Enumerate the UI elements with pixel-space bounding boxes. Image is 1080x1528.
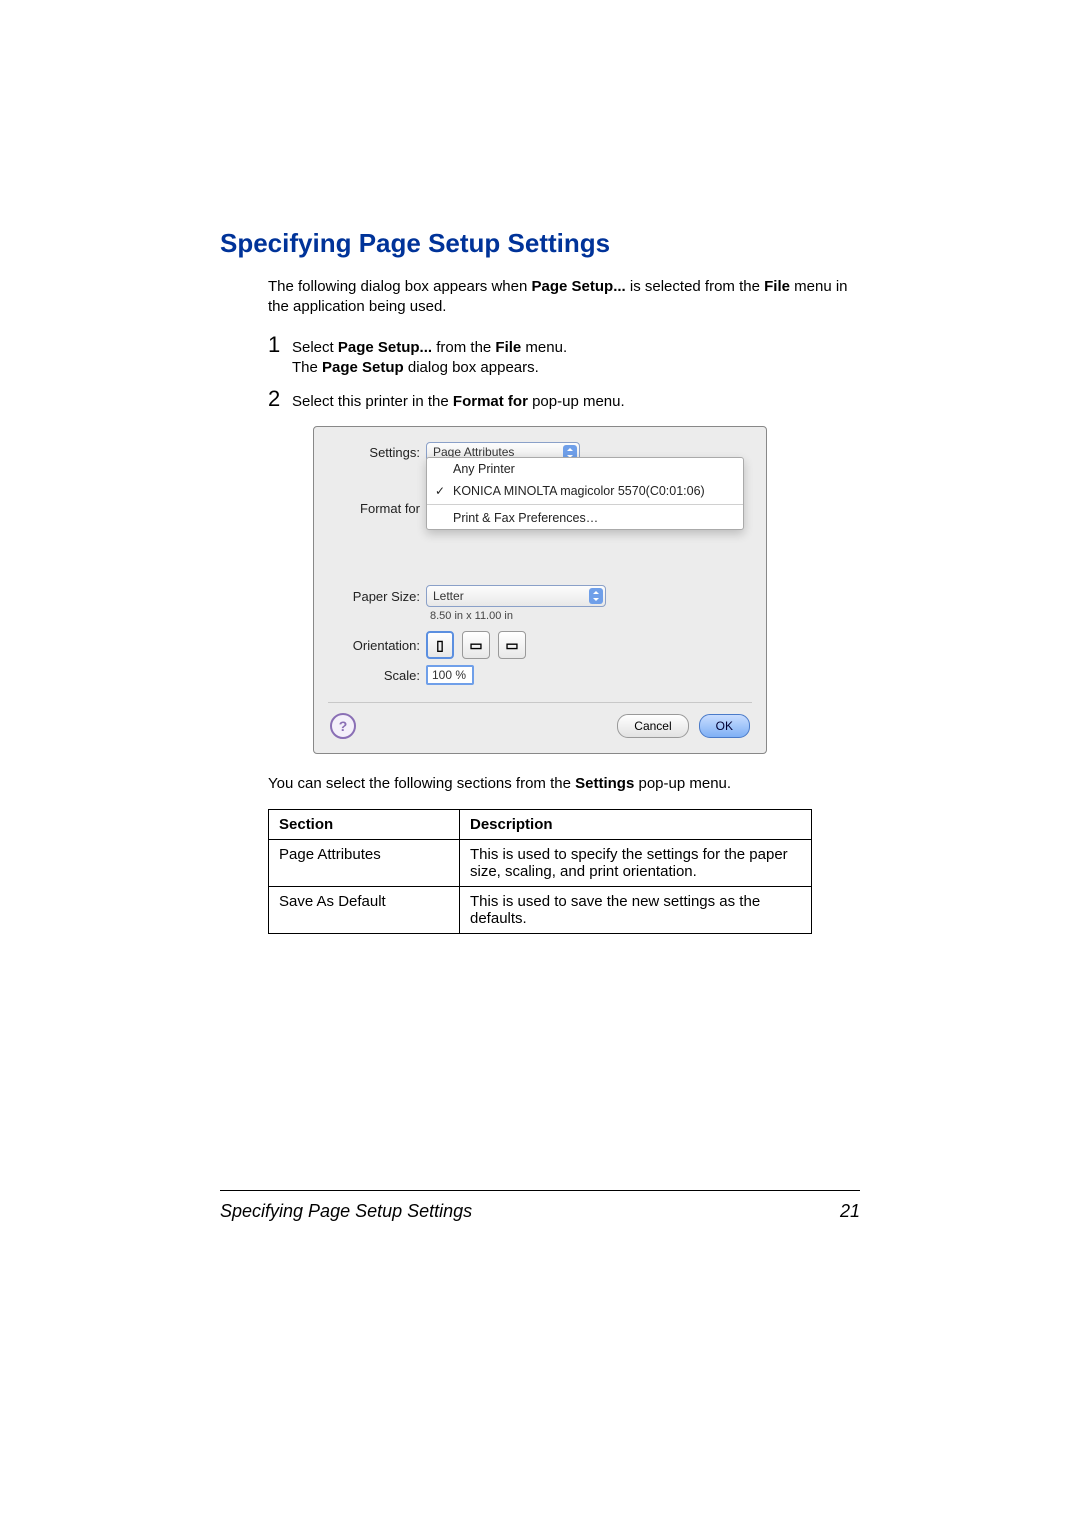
intro-bold: Page Setup... xyxy=(532,278,626,295)
scale-label: Scale: xyxy=(328,668,426,683)
paper-dimensions: 8.50 in x 11.00 in xyxy=(424,610,766,628)
intro-paragraph: The following dialog box appears when Pa… xyxy=(268,277,860,318)
format-for-label: Format for xyxy=(328,467,426,516)
step-text: Select Page Setup... from the File menu.… xyxy=(292,334,567,379)
step-1: 1 Select Page Setup... from the File men… xyxy=(268,334,860,379)
table-header-section: Section xyxy=(269,809,460,839)
table-row: Page Attributes This is used to specify … xyxy=(269,839,812,886)
page-footer: Specifying Page Setup Settings 21 xyxy=(220,1190,860,1222)
step-fragment: from the xyxy=(432,339,495,356)
step-bold: File xyxy=(495,339,521,356)
landscape-icon: ▭ xyxy=(469,637,482,654)
step-fragment: dialog box appears. xyxy=(404,359,539,376)
check-icon: ✓ xyxy=(435,484,445,498)
step-fragment: menu. xyxy=(521,339,567,356)
text-fragment: You can select the following sections fr… xyxy=(268,775,575,792)
paper-size-label: Paper Size: xyxy=(328,589,426,604)
footer-title: Specifying Page Setup Settings xyxy=(220,1201,472,1222)
settings-label: Settings: xyxy=(328,445,426,460)
step-fragment: The xyxy=(292,359,322,376)
intro-bold: File xyxy=(764,278,790,295)
menu-item-label: Print & Fax Preferences… xyxy=(453,511,598,525)
step-bold: Format for xyxy=(453,393,528,410)
scale-row: Scale: xyxy=(314,662,766,688)
scale-input[interactable] xyxy=(426,665,474,685)
cell-description: This is used to specify the settings for… xyxy=(460,839,812,886)
cell-description: This is used to save the new settings as… xyxy=(460,886,812,933)
table-header-description: Description xyxy=(460,809,812,839)
format-for-menu-item[interactable]: Any Printer xyxy=(427,458,743,480)
paper-size-row: Paper Size: Letter xyxy=(314,582,766,610)
text-bold: Settings xyxy=(575,775,634,792)
orientation-landscape-left[interactable]: ▭ xyxy=(462,631,490,659)
format-for-menu[interactable]: Any Printer ✓ KONICA MINOLTA magicolor 5… xyxy=(426,457,744,530)
step-fragment: pop-up menu. xyxy=(528,393,625,410)
orientation-row: Orientation: ▯ ▭ ▭ xyxy=(314,628,766,662)
page-content: Specifying Page Setup Settings The follo… xyxy=(220,228,860,934)
post-dialog-text: You can select the following sections fr… xyxy=(268,774,860,794)
step-bold: Page Setup xyxy=(322,359,404,376)
portrait-icon: ▯ xyxy=(436,637,444,654)
text-fragment: pop-up menu. xyxy=(634,775,731,792)
step-bold: Page Setup... xyxy=(338,339,432,356)
intro-text: The following dialog box appears when xyxy=(268,278,532,295)
table-header-row: Section Description xyxy=(269,809,812,839)
ok-button[interactable]: OK xyxy=(699,714,750,738)
orientation-landscape-right[interactable]: ▭ xyxy=(498,631,526,659)
orientation-portrait[interactable]: ▯ xyxy=(426,631,454,659)
step-number: 1 xyxy=(268,334,292,356)
format-for-menu-item[interactable]: ✓ KONICA MINOLTA magicolor 5570(C0:01:06… xyxy=(427,480,743,502)
step-fragment: Select xyxy=(292,339,338,356)
help-button[interactable]: ? xyxy=(330,713,356,739)
orientation-label: Orientation: xyxy=(328,638,426,653)
paper-size-popup[interactable]: Letter xyxy=(426,585,606,607)
landscape-flip-icon: ▭ xyxy=(505,637,518,654)
sections-table: Section Description Page Attributes This… xyxy=(268,809,812,934)
table-row: Save As Default This is used to save the… xyxy=(269,886,812,933)
format-for-menu-item[interactable]: Print & Fax Preferences… xyxy=(427,504,743,529)
popup-arrows-icon xyxy=(589,588,603,604)
footer-page-number: 21 xyxy=(840,1201,860,1222)
page-title: Specifying Page Setup Settings xyxy=(220,228,860,259)
intro-text: is selected from the xyxy=(626,278,764,295)
step-number: 2 xyxy=(268,388,292,410)
cell-section: Save As Default xyxy=(269,886,460,933)
step-fragment: Select this printer in the xyxy=(292,393,453,410)
page-setup-dialog: Settings: Page Attributes Format for Any… xyxy=(313,426,767,754)
step-text: Select this printer in the Format for po… xyxy=(292,388,625,412)
cancel-button[interactable]: Cancel xyxy=(617,714,688,738)
cell-section: Page Attributes xyxy=(269,839,460,886)
format-for-row: Format for Any Printer ✓ KONICA MINOLTA … xyxy=(314,467,766,582)
dialog-separator xyxy=(328,702,752,703)
dialog-footer: ? Cancel OK xyxy=(314,713,766,743)
step-2: 2 Select this printer in the Format for … xyxy=(268,388,860,412)
paper-size-value: Letter xyxy=(433,589,464,603)
menu-item-label: KONICA MINOLTA magicolor 5570(C0:01:06) xyxy=(453,484,705,498)
menu-item-label: Any Printer xyxy=(453,462,515,476)
